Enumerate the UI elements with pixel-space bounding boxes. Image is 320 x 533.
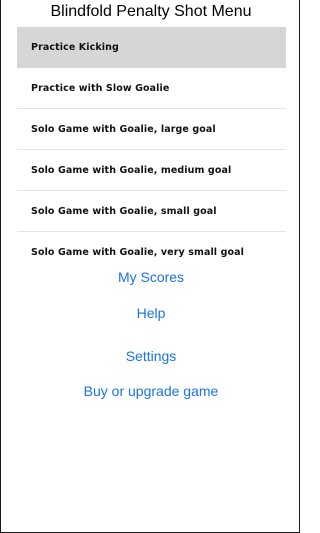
list-item-label: Practice Kicking [31, 41, 119, 53]
app-screen: Blindfold Penalty Shot Menu Practice Kic… [0, 0, 300, 533]
list-item-practice-slow-goalie[interactable]: Practice with Slow Goalie [17, 68, 286, 109]
list-item-label: Solo Game with Goalie, medium goal [31, 164, 232, 176]
list-item-solo-very-small-goal[interactable]: Solo Game with Goalie, very small goal [17, 232, 286, 257]
list-item-solo-medium-goal[interactable]: Solo Game with Goalie, medium goal [17, 150, 286, 191]
my-scores-link[interactable]: My Scores [1, 268, 299, 286]
game-mode-list[interactable]: Practice Kicking Practice with Slow Goal… [17, 27, 286, 257]
list-item-solo-large-goal[interactable]: Solo Game with Goalie, large goal [17, 109, 286, 150]
list-item-practice-kicking[interactable]: Practice Kicking [17, 27, 286, 68]
list-item-label: Practice with Slow Goalie [31, 82, 170, 94]
list-item-label: Solo Game with Goalie, small goal [31, 205, 217, 217]
buy-upgrade-link[interactable]: Buy or upgrade game [1, 382, 299, 400]
list-item-label: Solo Game with Goalie, large goal [31, 123, 216, 135]
list-item-label: Solo Game with Goalie, very small goal [31, 247, 244, 257]
settings-link[interactable]: Settings [1, 347, 299, 365]
help-link[interactable]: Help [1, 304, 299, 322]
page-title: Blindfold Penalty Shot Menu [50, 3, 252, 20]
list-item-solo-small-goal[interactable]: Solo Game with Goalie, small goal [17, 191, 286, 232]
